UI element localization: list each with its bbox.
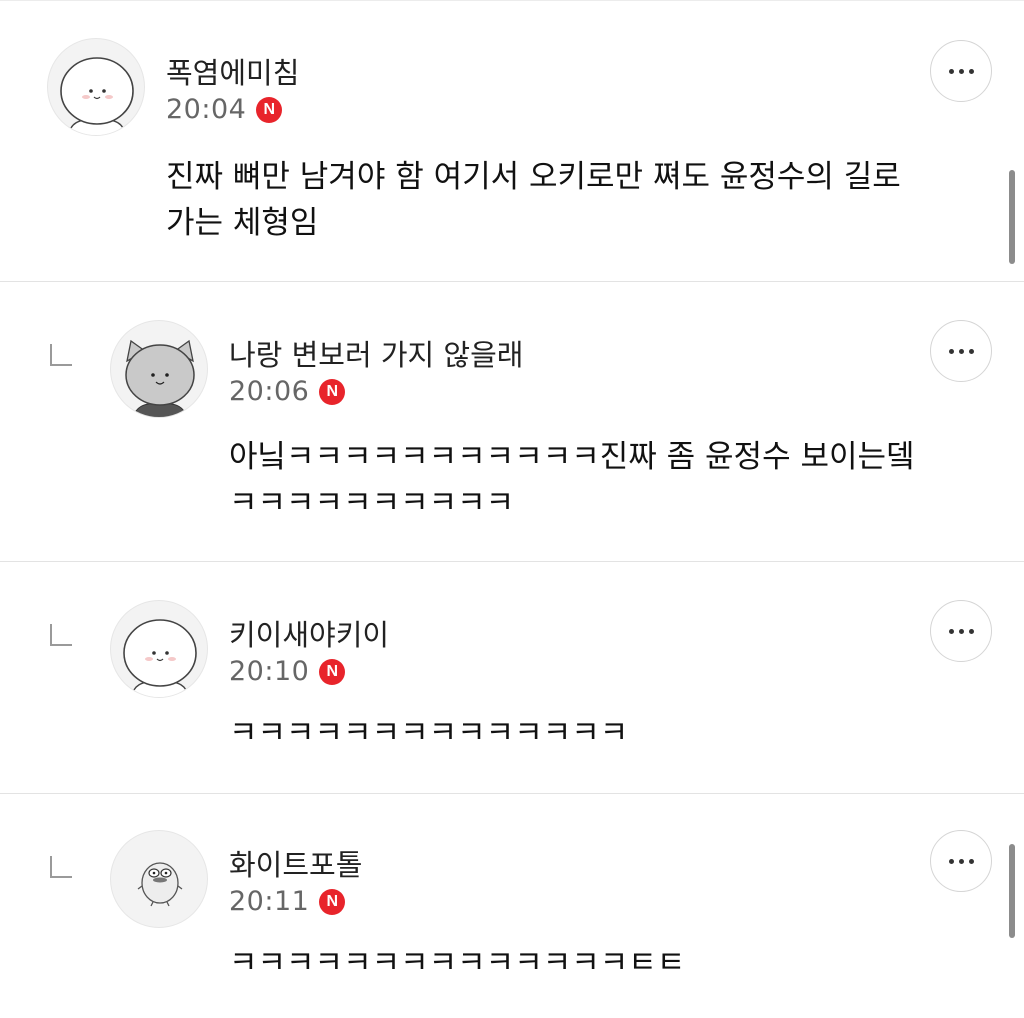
avatar[interactable] [47,38,145,136]
avatar[interactable] [110,830,208,928]
new-badge-icon: N [319,378,346,405]
comment-meta: 20:11 N [229,886,346,917]
nickname[interactable]: 폭염에미침 [166,50,299,92]
comment-body: ㅋㅋㅋㅋㅋㅋㅋㅋㅋㅋㅋㅋㅋㅋ [229,710,628,756]
more-dots-icon [948,628,974,634]
scrollbar-thumb[interactable] [1009,170,1015,264]
gray-cat-face-icon [125,339,195,417]
new-badge-icon: N [319,888,346,915]
comment-body: 아닠ㅋㅋㅋㅋㅋㅋㅋㅋㅋㅋㅋ진짜 좀 윤정수 보이는뎈 ㅋㅋㅋㅋㅋㅋㅋㅋㅋㅋ [229,434,915,526]
nickname[interactable]: 키이새야키이 [229,612,389,654]
timestamp: 20:11 [229,886,310,917]
comment-line: ㅋㅋㅋㅋㅋㅋㅋㅋㅋㅋㅋㅋㅋㅋ [229,715,629,751]
reply-arrow-icon [50,624,72,646]
comment-body: ㅋㅋㅋㅋㅋㅋㅋㅋㅋㅋㅋㅋㅋㅋㅌㅌ [229,940,685,986]
more-dots-icon [948,348,974,354]
comment-meta: 20:04 N [166,94,283,125]
more-dots-icon [948,858,974,864]
yellow-duck-character-icon [137,862,183,907]
comment-item: 화이트포톨 20:11 N ㅋㅋㅋㅋㅋㅋㅋㅋㅋㅋㅋㅋㅋㅋㅌㅌ [0,794,1024,1018]
comment-meta: 20:10 N [229,656,346,687]
white-bear-face-icon [123,619,197,697]
avatar[interactable] [110,320,208,418]
white-bear-face-icon [60,57,134,135]
timestamp: 20:04 [166,94,247,125]
timestamp: 20:06 [229,376,310,407]
new-badge-icon: N [256,96,283,123]
timestamp: 20:10 [229,656,310,687]
comment-item: 폭염에미침 20:04 N 진짜 뼈만 남겨야 함 여기서 오키로만 쪄도 윤정… [0,0,1024,282]
more-options-button[interactable] [930,830,992,892]
nickname[interactable]: 화이트포톨 [229,842,362,884]
comment-body: 진짜 뼈만 남겨야 함 여기서 오키로만 쪄도 윤정수의 길로 가는 체형임 [166,154,901,246]
nickname[interactable]: 나랑 변보러 가지 않을래 [229,332,523,374]
comment-meta: 20:06 N [229,376,346,407]
reply-arrow-icon [50,856,72,878]
comment-line: ㅋㅋㅋㅋㅋㅋㅋㅋㅋㅋㅋㅋㅋㅋㅌㅌ [229,945,686,981]
reply-arrow-icon [50,344,72,366]
comment-line: 아닠ㅋㅋㅋㅋㅋㅋㅋㅋㅋㅋㅋ진짜 좀 윤정수 보이는뎈 [229,439,915,475]
more-options-button[interactable] [930,40,992,102]
comment-line: 진짜 뼈만 남겨야 함 여기서 오키로만 쪄도 윤정수의 길로 [166,159,901,195]
more-options-button[interactable] [930,600,992,662]
comment-item: 키이새야키이 20:10 N ㅋㅋㅋㅋㅋㅋㅋㅋㅋㅋㅋㅋㅋㅋ [0,562,1024,794]
scrollbar-thumb[interactable] [1009,844,1015,938]
new-badge-icon: N [319,658,346,685]
more-dots-icon [948,68,974,74]
more-options-button[interactable] [930,320,992,382]
comment-line: ㅋㅋㅋㅋㅋㅋㅋㅋㅋㅋ [229,485,515,521]
comment-line: 가는 체형임 [166,205,319,241]
comment-item: 나랑 변보러 가지 않을래 20:06 N 아닠ㅋㅋㅋㅋㅋㅋㅋㅋㅋㅋㅋ진짜 좀 … [0,282,1024,562]
avatar[interactable] [110,600,208,698]
